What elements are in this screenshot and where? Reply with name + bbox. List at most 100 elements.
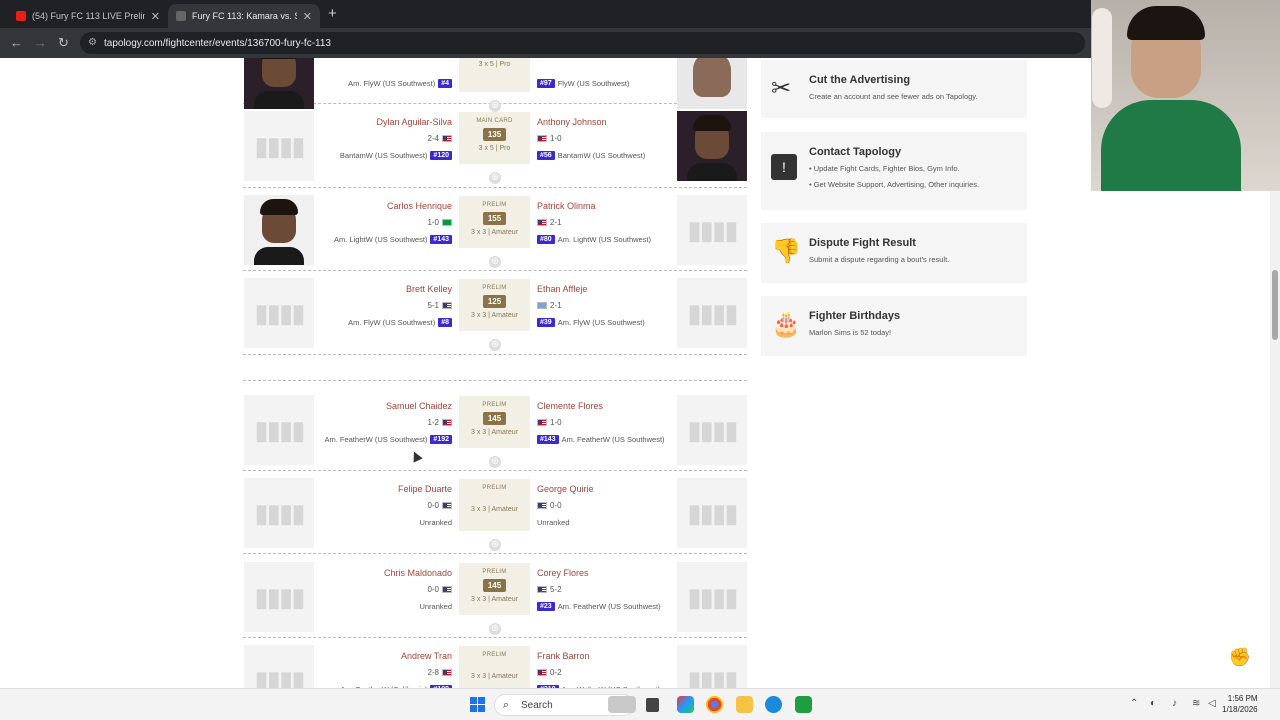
copilot-icon[interactable]: [677, 696, 694, 713]
expand-bout-icon[interactable]: ⊕: [489, 456, 501, 468]
rank-badge[interactable]: #192: [430, 435, 452, 444]
tray-app-icon[interactable]: ◐: [1150, 698, 1156, 709]
right-fighter-name[interactable]: George Quirie: [537, 484, 594, 494]
scrollbar-thumb[interactable]: [1272, 270, 1278, 340]
fight-row[interactable]: ▮▮▮▮ ▮▮▮▮ Felipe Duarte 0-0 Unranked George Q…: [243, 477, 747, 560]
right-fighter-record: 2-1: [537, 301, 562, 310]
rounds-text: 3 x 5 | Pro: [478, 61, 511, 68]
tapology-fist-icon[interactable]: ✊: [1225, 643, 1255, 671]
sidebar-panel[interactable]: ! Contact Tapology • Update Fight Cards, F…: [761, 132, 1027, 210]
chrome-icon[interactable]: [706, 696, 723, 713]
fight-row[interactable]: ▮▮▮▮ Carlos Henrique 1-0 Am. LightW (US Sou…: [243, 194, 747, 277]
left-fighter-name[interactable]: Carlos Henrique: [387, 201, 452, 211]
left-fighter-photo[interactable]: ▮▮▮▮: [244, 562, 314, 632]
url-field[interactable]: ⚙ tapology.com/fightcenter/events/136700…: [80, 32, 1085, 54]
left-fighter-name[interactable]: Samuel Chaidez: [386, 401, 452, 411]
left-fighter-name[interactable]: Chris Maldonado: [384, 568, 452, 578]
sidebar-panel-title[interactable]: Dispute Fight Result: [809, 237, 916, 249]
rank-badge[interactable]: #143: [537, 435, 559, 444]
rank-badge[interactable]: #97: [537, 79, 555, 88]
widgets-icon[interactable]: [608, 696, 636, 713]
sidebar-panel[interactable]: ✂ Cut the Advertising Create an account an…: [761, 60, 1027, 118]
browser-tab-youtube[interactable]: (54) Fury FC 113 LIVE Prelims | ... ✕: [8, 4, 168, 28]
left-fighter-photo[interactable]: ▮▮▮▮: [244, 278, 314, 348]
country-flag-icon: [537, 219, 547, 226]
expand-bout-icon[interactable]: ⊕: [489, 539, 501, 551]
browser-tab-tapology[interactable]: Fury FC 113: Kamara vs. Silva | T... ✕: [168, 4, 320, 28]
record-text: 2-4: [427, 134, 439, 143]
forward-icon[interactable]: →: [34, 35, 47, 50]
expand-bout-icon[interactable]: ⊕: [489, 623, 501, 635]
right-fighter-name[interactable]: Corey Flores: [537, 568, 589, 578]
rank-badge[interactable]: #23: [537, 602, 555, 611]
left-fighter-photo[interactable]: ▮▮▮▮: [244, 478, 314, 548]
new-tab-icon[interactable]: +: [328, 5, 337, 22]
clock-time: 1:56 PM: [1227, 694, 1258, 703]
right-fighter-photo[interactable]: ▮▮▮▮: [677, 645, 747, 688]
right-fighter-photo[interactable]: [677, 111, 747, 181]
volume-icon[interactable]: ◁: [1208, 698, 1216, 709]
right-fighter-name[interactable]: Frank Barron: [537, 651, 590, 661]
left-fighter-photo[interactable]: [244, 195, 314, 265]
fight-row[interactable]: ▮▮▮▮ ▮▮▮▮ Brett Kelley 5-1 Am. FlyW (US Sout…: [243, 277, 747, 360]
left-fighter-record: 5-1: [427, 301, 452, 310]
site-info-icon[interactable]: ⚙: [88, 37, 97, 48]
rank-badge[interactable]: #39: [537, 318, 555, 327]
right-fighter-weight-class: #80 Am. LightW (US Southwest): [537, 235, 651, 244]
wifi-icon[interactable]: ≋: [1192, 698, 1200, 709]
fight-row[interactable]: ▮▮▮▮ ▮▮▮▮ Samuel Chaidez 1-2 Am. FeatherW (U…: [243, 394, 747, 477]
left-fighter-photo[interactable]: [244, 58, 314, 109]
right-fighter-name[interactable]: Patrick Olinma: [537, 201, 596, 211]
rank-badge[interactable]: #4: [438, 79, 452, 88]
left-fighter-photo[interactable]: ▮▮▮▮: [244, 111, 314, 181]
tray-chevron-icon[interactable]: ⌃: [1130, 698, 1138, 709]
sidebar-panel[interactable]: 🎂 Fighter Birthdays Marlon Sims is 52 toda…: [761, 296, 1027, 356]
rank-badge[interactable]: #8: [438, 318, 452, 327]
address-bar: ← → ↻ ⚙ tapology.com/fightcenter/events/…: [0, 28, 1280, 58]
rank-badge[interactable]: #143: [430, 235, 452, 244]
left-fighter-name[interactable]: Felipe Duarte: [398, 484, 452, 494]
microphone-icon[interactable]: ♪: [1172, 698, 1177, 709]
fight-row[interactable]: ▮▮▮▮ ▮▮▮▮ Chris Maldonado 0-0 Unranked Corey …: [243, 561, 747, 644]
close-tab-icon[interactable]: ✕: [303, 10, 312, 23]
expand-bout-icon[interactable]: ⊕: [489, 339, 501, 351]
weight-badge: 145: [482, 412, 507, 425]
file-explorer-icon[interactable]: [736, 696, 753, 713]
right-fighter-photo[interactable]: ▮▮▮▮: [677, 478, 747, 548]
right-fighter-name[interactable]: Anthony Johnson: [537, 117, 607, 127]
windows-start-icon[interactable]: [470, 697, 485, 712]
rank-badge[interactable]: #56: [537, 151, 555, 160]
left-fighter-name[interactable]: Brett Kelley: [406, 284, 452, 294]
right-fighter-name[interactable]: Ethan Affleje: [537, 284, 587, 294]
fight-row[interactable]: ▮▮▮▮▮▮▮▮Andrew Tran2-8Am. FeatherW (Cali…: [243, 644, 747, 688]
right-fighter-photo[interactable]: ▮▮▮▮: [677, 278, 747, 348]
right-fighter-photo[interactable]: ▮▮▮▮: [677, 195, 747, 265]
right-fighter-photo[interactable]: ▮▮▮▮: [677, 395, 747, 465]
close-tab-icon[interactable]: ✕: [151, 10, 160, 23]
left-fighter-name[interactable]: Dylan Aguilar-Silva: [376, 117, 452, 127]
left-fighter-photo[interactable]: ▮▮▮▮: [244, 645, 314, 688]
left-fighter-record: 0-0: [427, 585, 452, 594]
sidebar-panel-title[interactable]: Contact Tapology: [809, 146, 901, 158]
reload-icon[interactable]: ↻: [58, 35, 69, 51]
fight-row[interactable]: ▮▮▮▮ Dylan Aguilar-Silva 2-4 BantamW (US So…: [243, 110, 747, 193]
fighter-photo-part: [260, 199, 298, 215]
left-fighter-weight-class: Unranked: [419, 518, 452, 527]
task-view-icon[interactable]: [646, 698, 659, 712]
app-icon[interactable]: [795, 696, 812, 713]
right-fighter-photo[interactable]: ▮▮▮▮: [677, 562, 747, 632]
right-fighter-name[interactable]: Clemente Flores: [537, 401, 603, 411]
expand-bout-icon[interactable]: ⊕: [489, 256, 501, 268]
sidebar-panel[interactable]: 👎 Dispute Fight Result Submit a dispute re…: [761, 223, 1027, 283]
back-icon[interactable]: ←: [10, 35, 23, 50]
right-fighter-photo[interactable]: [677, 58, 747, 109]
rank-badge[interactable]: #80: [537, 235, 555, 244]
sidebar-panel-title[interactable]: Fighter Birthdays: [809, 310, 900, 322]
left-fighter-photo[interactable]: ▮▮▮▮: [244, 395, 314, 465]
clock[interactable]: 1:56 PM 1/18/2026: [1222, 693, 1258, 715]
rank-badge[interactable]: #120: [430, 151, 452, 160]
expand-bout-icon[interactable]: ⊕: [489, 172, 501, 184]
edge-icon[interactable]: [765, 696, 782, 713]
sidebar-panel-title[interactable]: Cut the Advertising: [809, 74, 910, 86]
left-fighter-name[interactable]: Andrew Tran: [401, 651, 452, 661]
